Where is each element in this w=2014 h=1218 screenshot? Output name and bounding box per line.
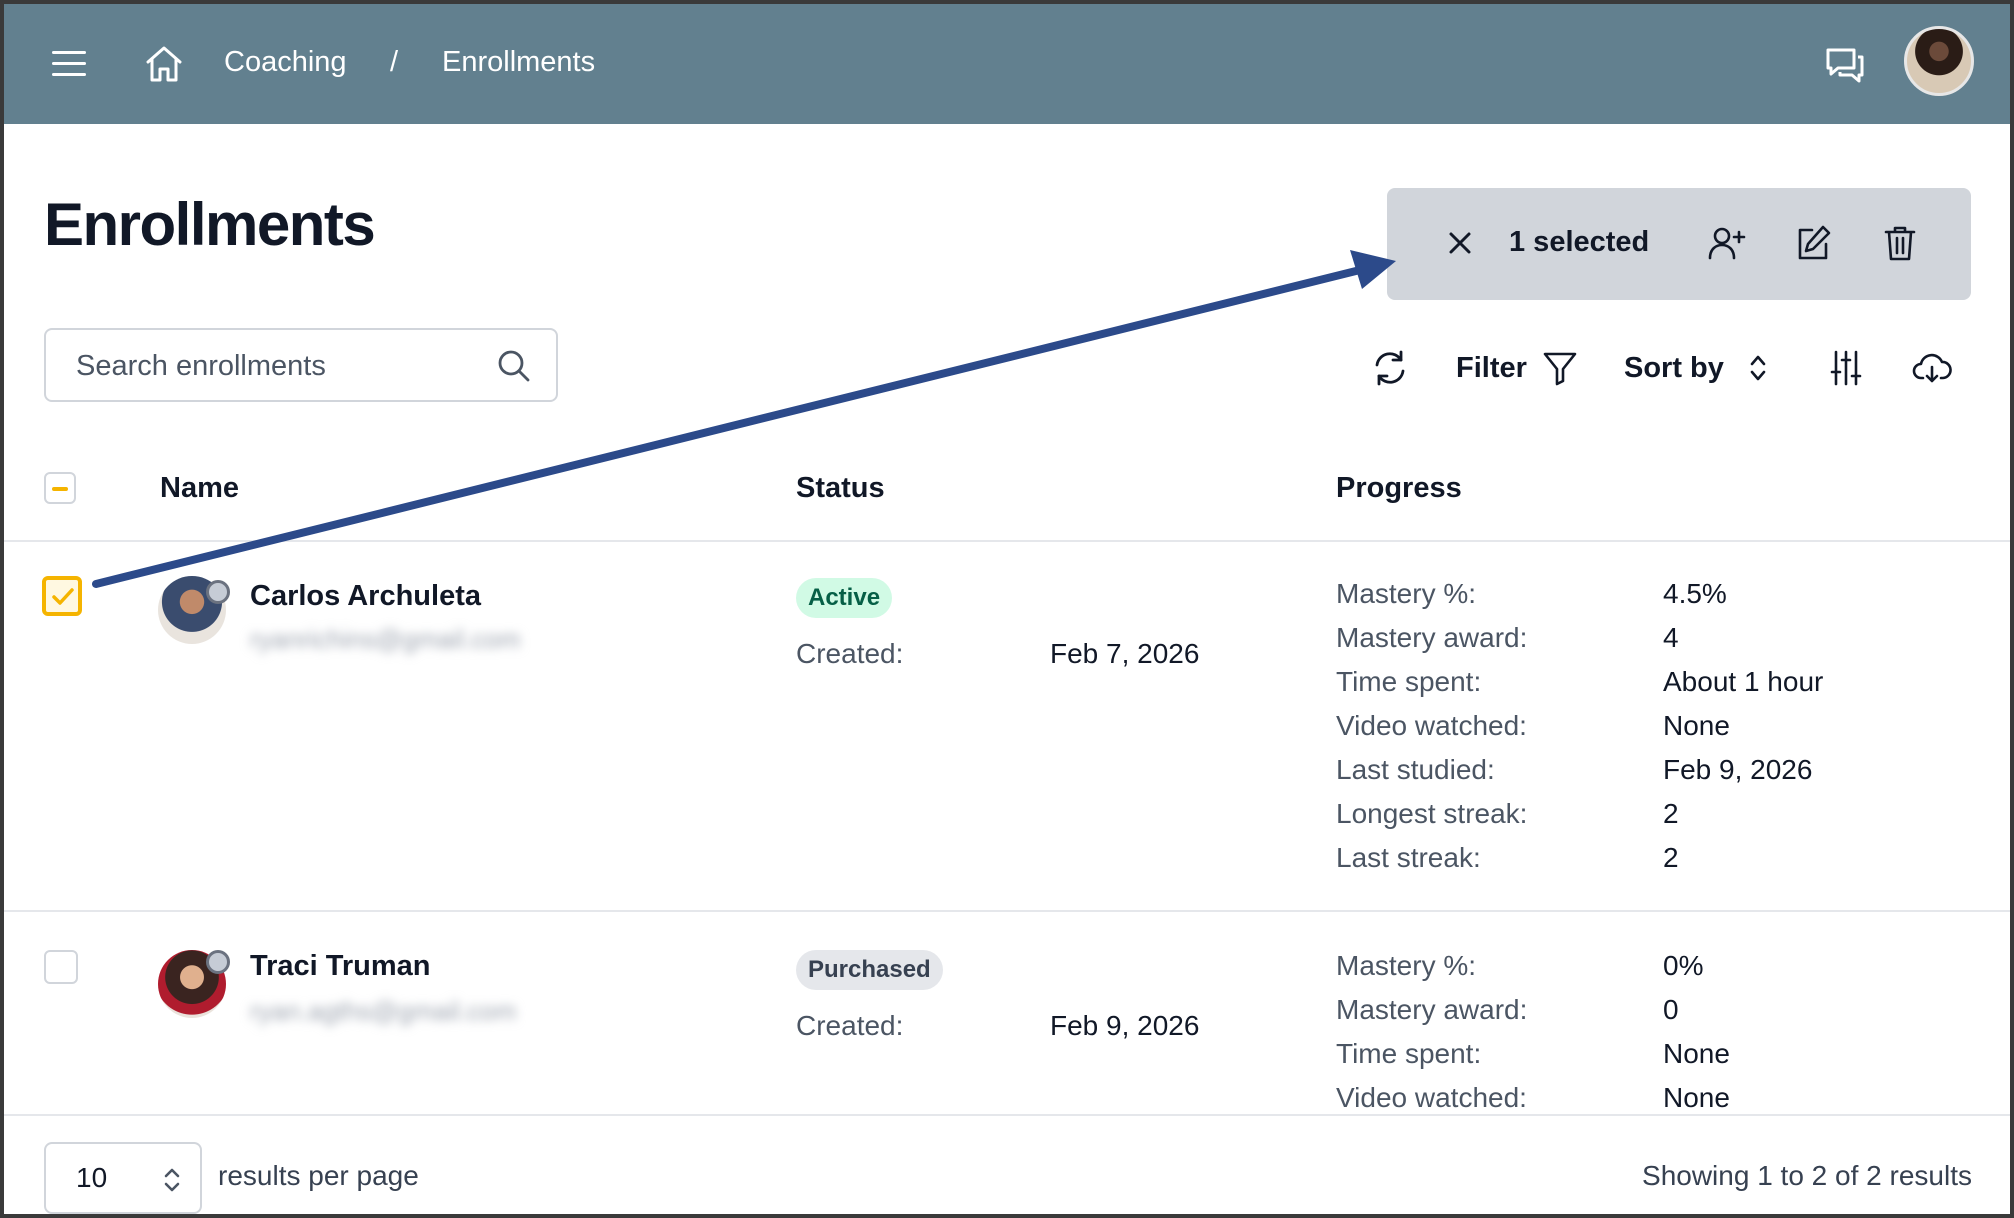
user-avatar[interactable]: [1904, 26, 1974, 96]
selected-count: 1 selected: [1509, 226, 1650, 258]
metric-label: Mastery %:: [1336, 578, 1477, 609]
column-header-name[interactable]: Name: [160, 472, 239, 505]
column-header-status[interactable]: Status: [796, 472, 885, 505]
person-name[interactable]: Traci Truman: [250, 950, 431, 983]
top-bar: Coaching / Enrollments: [4, 4, 2010, 124]
breadcrumb-enrollments[interactable]: Enrollments: [442, 44, 595, 80]
metric-label: Time spent:: [1336, 666, 1482, 697]
refresh-icon[interactable]: [1370, 348, 1410, 388]
add-user-icon[interactable]: [1705, 222, 1747, 264]
metric-label: Video watched:: [1336, 1082, 1527, 1113]
results-summary: Showing 1 to 2 of 2 results: [1642, 1160, 1972, 1191]
metric-value: None: [1663, 1082, 1730, 1113]
app-window: Coaching / Enrollments Enrollments 1 sel…: [4, 4, 2010, 1214]
per-page-value: 10: [76, 1162, 108, 1193]
metric-value: Feb 9, 2026: [1663, 754, 1813, 785]
breadcrumb-separator: /: [390, 46, 399, 78]
metric-value: 4: [1663, 622, 1679, 653]
search-input[interactable]: [76, 348, 476, 384]
created-date: Feb 9, 2026: [1050, 1010, 1200, 1041]
metric-label: Longest streak:: [1336, 798, 1528, 829]
edit-icon[interactable]: [1792, 222, 1834, 264]
sliders-icon[interactable]: [1826, 348, 1866, 388]
metric-label: Video watched:: [1336, 710, 1527, 741]
chevron-up-down-icon: [164, 1168, 180, 1192]
person-email: ryanrichins@gmail.com: [250, 624, 521, 654]
metric-label: Last streak:: [1336, 842, 1481, 873]
row-checkbox[interactable]: [44, 950, 78, 984]
created-label: Created:: [796, 638, 904, 669]
bulk-selection-bar: 1 selected: [1387, 188, 1971, 300]
chat-icon[interactable]: [1822, 42, 1868, 88]
table-row[interactable]: Traci Truman ryan.agths@gmail.com Purcha…: [4, 912, 2010, 1113]
metric-label: Mastery award:: [1336, 994, 1528, 1025]
checkmark-icon: [52, 588, 74, 605]
filter-label: Filter: [1456, 352, 1527, 384]
breadcrumb-coaching[interactable]: Coaching: [224, 44, 347, 80]
person-name[interactable]: Carlos Archuleta: [250, 580, 481, 613]
metric-label: Mastery %:: [1336, 950, 1477, 981]
filter-button[interactable]: Filter: [1456, 348, 1586, 388]
presence-indicator: [206, 580, 230, 604]
close-icon[interactable]: [1443, 226, 1477, 260]
trash-icon[interactable]: [1879, 222, 1921, 264]
status-badge: Purchased: [796, 950, 943, 990]
page-title: Enrollments: [44, 191, 376, 258]
metric-value: 0%: [1663, 950, 1704, 981]
metric-value: 4.5%: [1663, 578, 1727, 609]
column-header-progress[interactable]: Progress: [1336, 472, 1462, 505]
home-icon[interactable]: [140, 40, 188, 88]
sort-icon: [1750, 355, 1766, 381]
cloud-download-icon[interactable]: [1912, 348, 1952, 388]
pagination-footer: 10 results per page Showing 1 to 2 of 2 …: [4, 1114, 2010, 1214]
metric-label: Time spent:: [1336, 1038, 1482, 1069]
sort-button[interactable]: Sort by: [1624, 348, 1774, 388]
per-page-label: results per page: [218, 1160, 419, 1191]
metric-value: None: [1663, 1038, 1730, 1069]
row-checkbox[interactable]: [42, 576, 82, 616]
menu-icon[interactable]: [46, 44, 92, 82]
sort-label: Sort by: [1624, 352, 1724, 384]
presence-indicator: [206, 950, 230, 974]
created-date: Feb 7, 2026: [1050, 638, 1200, 669]
search-box: [44, 328, 558, 402]
metric-value: 2: [1663, 798, 1679, 829]
metric-label: Last studied:: [1336, 754, 1495, 785]
person-email: ryan.agths@gmail.com: [250, 996, 517, 1026]
filter-icon: [1543, 352, 1577, 386]
table-row[interactable]: Carlos Archuleta ryanrichins@gmail.com A…: [4, 542, 2010, 910]
search-icon[interactable]: [496, 348, 532, 384]
status-badge: Active: [796, 578, 893, 618]
metric-value: 2: [1663, 842, 1679, 873]
select-all-checkbox[interactable]: [44, 472, 76, 504]
created-label: Created:: [796, 1010, 904, 1041]
per-page-select[interactable]: 10: [44, 1142, 202, 1214]
metric-label: Mastery award:: [1336, 622, 1528, 653]
metric-value: None: [1663, 710, 1730, 741]
metric-value: About 1 hour: [1663, 666, 1824, 697]
metric-value: 0: [1663, 994, 1679, 1025]
